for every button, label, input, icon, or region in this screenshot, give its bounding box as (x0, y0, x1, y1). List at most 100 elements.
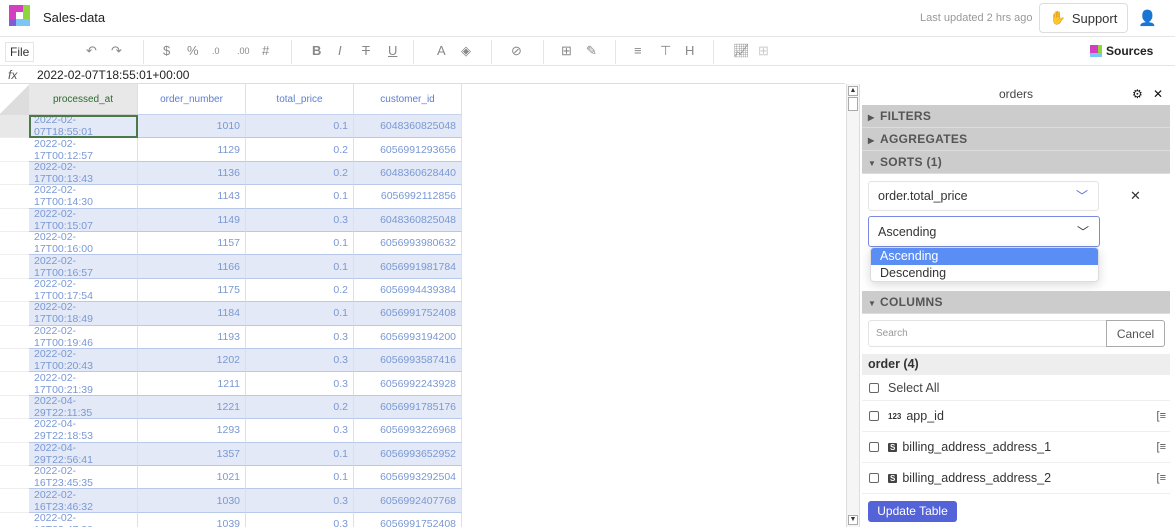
table-cell[interactable]: 0.2 (246, 138, 354, 162)
table-cell[interactable]: 0.3 (246, 489, 354, 513)
table-cell[interactable]: 0.3 (246, 372, 354, 396)
row-header[interactable] (0, 372, 29, 396)
row-header[interactable] (0, 232, 29, 256)
table-cell[interactable]: 6056991293656 (354, 138, 462, 162)
table-cell[interactable]: 6056993292504 (354, 466, 462, 490)
table-cell[interactable]: 2022-02-16T23:47:30 (29, 512, 138, 527)
row-header[interactable] (0, 162, 29, 186)
table-cell[interactable]: 1129 (138, 138, 246, 162)
table-cell[interactable]: 0.3 (246, 419, 354, 443)
row-header[interactable] (0, 349, 29, 373)
sort-field-select[interactable]: order.total_price ﹀ (868, 181, 1099, 211)
file-menu[interactable]: File (5, 42, 35, 62)
table-cell[interactable]: 6056993194200 (354, 325, 462, 349)
table-cell[interactable]: 0.1 (246, 232, 354, 256)
row-header[interactable] (0, 279, 29, 303)
table-cell[interactable]: 2022-02-16T23:45:35 (29, 465, 138, 490)
borders-icon[interactable]: ⊞ (561, 43, 572, 59)
filters-section[interactable]: ▶ FILTERS (862, 105, 1170, 128)
row-header[interactable] (0, 489, 29, 513)
clear-format-icon[interactable]: ⊘ (511, 43, 522, 59)
table-cell[interactable]: 2022-02-17T00:20:43 (29, 348, 138, 373)
table-cell[interactable]: 6056993652952 (354, 442, 462, 466)
percent-icon[interactable]: % (187, 43, 199, 58)
table-cell[interactable]: 0.1 (246, 185, 354, 209)
column-item[interactable]: Sbilling_address_address_2 [≡ (862, 463, 1170, 494)
table-cell[interactable]: 2022-02-17T00:12:57 (29, 138, 138, 162)
row-header[interactable] (0, 466, 29, 490)
column-item[interactable]: 123 app_id [≡ (862, 401, 1170, 432)
table-cell[interactable]: 6056991981784 (354, 255, 462, 279)
table-cell[interactable]: 2022-04-29T22:11:35 (29, 395, 138, 420)
vertical-scrollbar[interactable]: ▲ ▼ (846, 84, 860, 527)
table-cell[interactable]: 6056991752408 (354, 302, 462, 326)
column-search-input[interactable]: Search (868, 320, 1107, 347)
scroll-thumb[interactable] (848, 97, 858, 111)
chart-icon[interactable]: 📈︎ (733, 43, 750, 59)
strikethrough-icon[interactable]: T (362, 43, 370, 58)
table-cell[interactable]: 2022-02-17T00:19:46 (29, 325, 138, 349)
row-header[interactable] (0, 209, 29, 232)
row-header[interactable] (0, 185, 29, 209)
vertical-align-icon[interactable]: ⊤ (660, 43, 671, 59)
table-cell[interactable]: 1030 (138, 489, 246, 513)
table-cell[interactable]: 0.1 (246, 442, 354, 466)
table-cell[interactable]: 6056991752408 (354, 512, 462, 527)
table-cell[interactable]: 1221 (138, 395, 246, 420)
table-cell[interactable]: 0.3 (246, 208, 354, 232)
table-cell[interactable]: 1021 (138, 466, 246, 490)
checkbox[interactable] (869, 411, 879, 421)
row-header[interactable] (0, 302, 29, 326)
bold-icon[interactable]: B (312, 43, 321, 58)
sources-button[interactable]: Sources (1090, 44, 1153, 58)
sort-order-select[interactable]: Ascending ﹀ (868, 216, 1100, 247)
table-cell[interactable]: 1211 (138, 372, 246, 396)
support-button[interactable]: ✋ Support (1039, 3, 1128, 33)
column-item[interactable]: Sbilling_address_address_1 [≡ (862, 432, 1170, 463)
row-header[interactable] (0, 419, 29, 443)
row-header[interactable] (0, 513, 29, 527)
table-cell[interactable]: 0.1 (246, 115, 354, 139)
checkbox[interactable] (869, 382, 879, 393)
sorts-section[interactable]: ▼ SORTS (1) (862, 151, 1170, 174)
table-cell[interactable]: 6056993226968 (354, 419, 462, 443)
option-descending[interactable]: Descending (871, 265, 1098, 281)
table-cell[interactable]: 2022-04-29T22:18:53 (29, 418, 138, 443)
table-cell[interactable]: 2022-02-17T00:13:43 (29, 161, 138, 186)
text-wrap-icon[interactable]: H (685, 43, 694, 58)
table-cell[interactable]: 2022-02-17T00:21:39 (29, 372, 138, 396)
cancel-button[interactable]: Cancel (1106, 320, 1165, 347)
align-left-icon[interactable]: ≡ (634, 43, 642, 58)
row-header[interactable] (0, 138, 29, 162)
text-color-icon[interactable]: A (437, 43, 446, 58)
undo-icon[interactable]: ↶ (86, 43, 97, 59)
table-cell[interactable]: 6048360825048 (354, 208, 462, 232)
increase-decimal-icon[interactable]: .00 (237, 46, 250, 56)
table-cell[interactable]: 1357 (138, 442, 246, 466)
table-cell[interactable]: 0.3 (246, 512, 354, 527)
table-cell[interactable]: 0.3 (246, 349, 354, 373)
columns-section[interactable]: ▼ COLUMNS (862, 291, 1170, 314)
scroll-down-icon[interactable]: ▼ (848, 515, 858, 525)
drag-handle-icon[interactable]: [≡ (1157, 472, 1166, 484)
scroll-up-icon[interactable]: ▲ (848, 86, 858, 96)
table-cell[interactable]: 1143 (138, 185, 246, 209)
drag-handle-icon[interactable]: [≡ (1157, 441, 1166, 453)
table-cell[interactable]: 6056992243928 (354, 372, 462, 396)
column-header-customer_id[interactable]: customer_id (354, 84, 462, 115)
table-cell[interactable]: 2022-04-29T22:56:41 (29, 442, 138, 466)
option-ascending[interactable]: Ascending (871, 248, 1098, 265)
table-cell[interactable]: 1293 (138, 419, 246, 443)
decrease-decimal-icon[interactable]: .0 (212, 46, 220, 56)
column-header-total_price[interactable]: total_price (246, 84, 354, 115)
redo-icon[interactable]: ↷ (111, 43, 122, 59)
underline-icon[interactable]: U (388, 43, 397, 58)
table-cell[interactable]: 2022-02-17T00:17:54 (29, 278, 138, 303)
table-cell[interactable]: 1136 (138, 161, 246, 186)
row-header[interactable] (0, 396, 29, 420)
select-all-corner[interactable] (0, 84, 29, 115)
table-cell[interactable]: 6056993587416 (354, 349, 462, 373)
table-cell[interactable]: 0.1 (246, 302, 354, 326)
table-cell[interactable]: 6048360628440 (354, 161, 462, 186)
aggregates-section[interactable]: ▶ AGGREGATES (862, 128, 1170, 151)
